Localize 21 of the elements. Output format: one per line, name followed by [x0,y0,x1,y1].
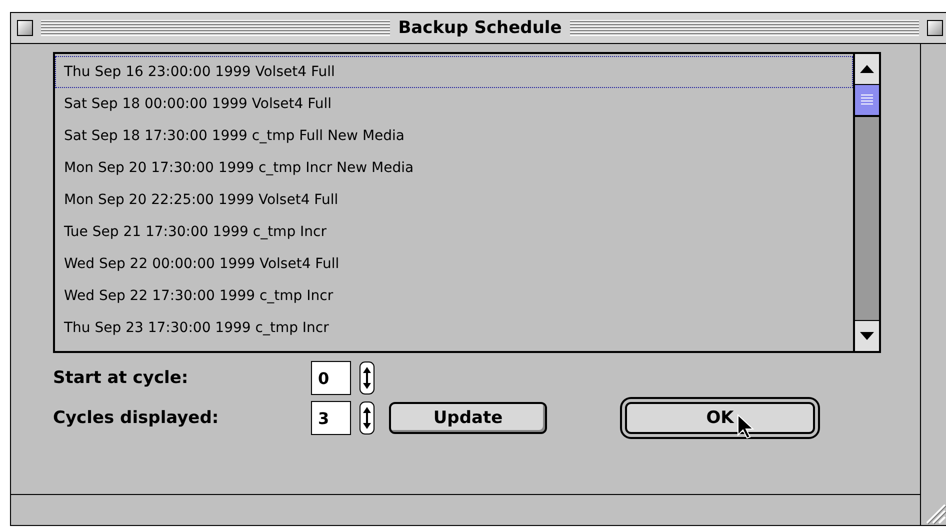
schedule-item[interactable]: Mon Sep 20 17:30:00 1999 c_tmp Incr New Media [55,152,853,184]
close-box[interactable] [17,20,33,36]
field-label: Start at cycle: [53,368,190,388]
field-label: Cycles displayed: [53,408,220,428]
schedule-item[interactable]: Mon Sep 20 22:25:00 1999 Volset4 Full [55,184,853,216]
window-title: Backup Schedule [398,18,562,38]
schedule-item[interactable]: Wed Sep 22 17:30:00 1999 c_tmp Incr [55,280,853,312]
schedule-item[interactable]: Thu Sep 16 23:00:00 1999 Volset4 Full [55,56,853,88]
number-field[interactable]: 0 [311,361,351,395]
cursor-icon [737,414,755,440]
schedule-item[interactable]: Tue Sep 21 17:30:00 1999 c_tmp Incr [55,216,853,248]
stepper-icon[interactable] [359,361,375,395]
schedule-item[interactable]: Thu Sep 23 17:30:00 1999 c_tmp Incr [55,312,853,344]
schedule-item[interactable]: Sat Sep 18 17:30:00 1999 c_tmp Full New Media [55,120,853,152]
stepper-icon[interactable] [359,401,375,435]
schedule-item[interactable]: Sat Sep 18 00:00:00 1999 Volset4 Full [55,88,853,120]
number-field[interactable]: 3 [311,401,351,435]
schedule-item[interactable]: Wed Sep 22 00:00:00 1999 Volset4 Full [55,248,853,280]
push-button[interactable]: Update [389,402,547,434]
scroll-thumb[interactable] [855,85,879,117]
zoom-box[interactable] [927,20,943,36]
